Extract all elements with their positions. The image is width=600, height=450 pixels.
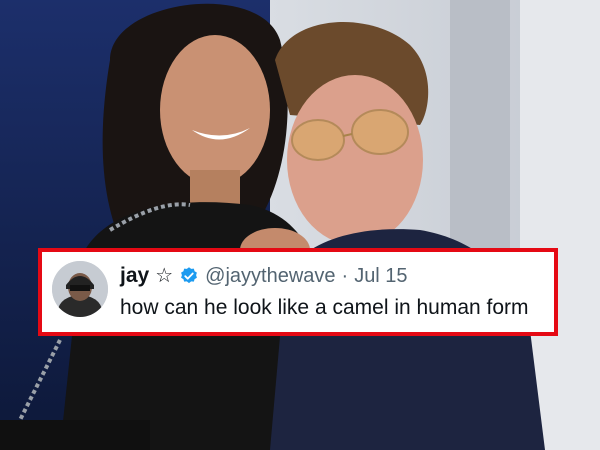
tweet-text: how can he look like a camel in human fo… <box>120 296 529 319</box>
tweet-card[interactable]: jay ☆ @jayythewave · Jul 15 how can he l… <box>38 248 558 336</box>
photo-illustration <box>0 0 600 450</box>
handle[interactable]: @jayythewave <box>205 265 335 288</box>
bag <box>0 420 150 450</box>
tweet-date[interactable]: Jul 15 <box>354 265 407 288</box>
avatar-image <box>52 261 108 317</box>
tweet-header: jay ☆ @jayythewave · Jul 15 <box>120 262 408 290</box>
glasses-left <box>291 119 345 161</box>
woman-face <box>160 35 270 185</box>
avatar[interactable] <box>52 261 108 317</box>
glasses-right <box>351 109 409 155</box>
star-icon: ☆ <box>155 265 174 287</box>
man-face <box>287 75 423 245</box>
background-photo <box>0 0 600 450</box>
separator-dot: · <box>341 264 349 287</box>
verified-badge-icon <box>179 266 199 286</box>
display-name[interactable]: jay <box>120 264 149 288</box>
window-frame <box>450 0 510 260</box>
